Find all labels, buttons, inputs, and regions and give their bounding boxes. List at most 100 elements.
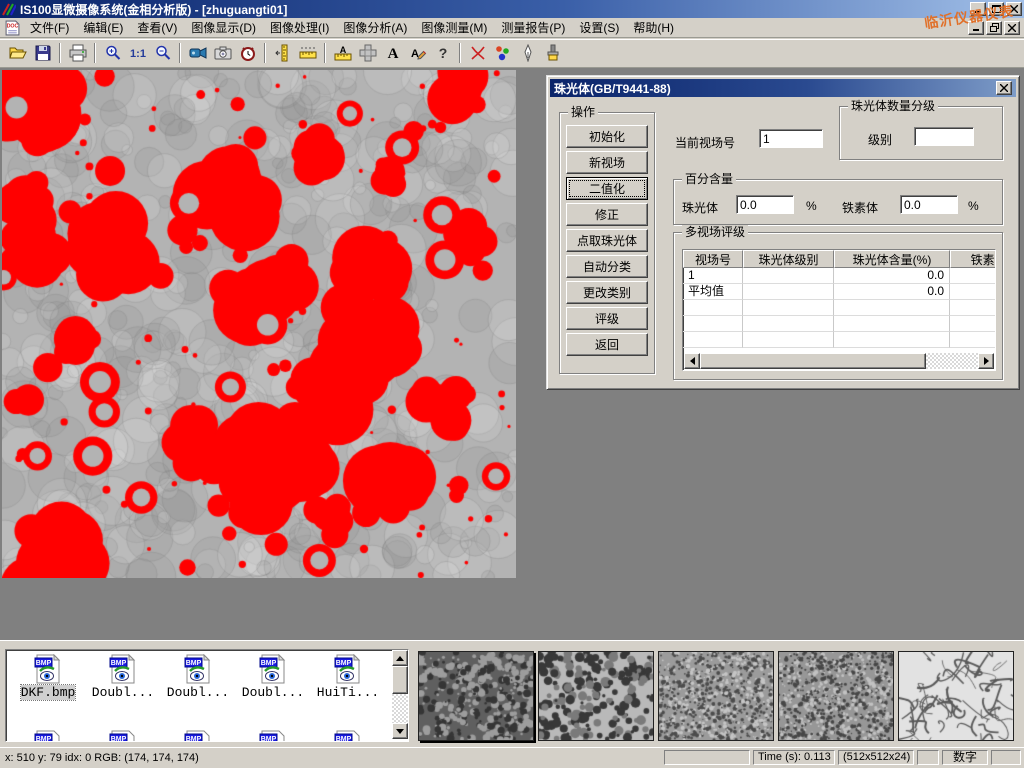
cell xyxy=(743,268,834,284)
current-field-input[interactable] xyxy=(759,129,823,148)
file-item[interactable]: BMP Doubl... xyxy=(162,654,234,700)
ferrite-percent-input[interactable] xyxy=(900,195,958,214)
menu-image-display[interactable]: 图像显示(D) xyxy=(184,19,263,37)
file-item[interactable]: BMP Doubl... xyxy=(237,654,309,700)
file-item-partial[interactable]: BMP xyxy=(12,730,84,742)
col-pearlite-pct[interactable]: 珠光体含量(%) xyxy=(834,250,950,268)
save-button[interactable] xyxy=(30,41,55,65)
change-class-button[interactable]: 更改类别 xyxy=(566,281,648,304)
brush-tool-button[interactable] xyxy=(540,41,565,65)
letter-a-pencil-icon: A xyxy=(409,44,427,62)
menu-help[interactable]: 帮助(H) xyxy=(626,19,681,37)
title-bar[interactable]: IS100显微摄像系统(金相分析版) - [zhuguangti01] xyxy=(0,0,1024,18)
svg-text:BMP: BMP xyxy=(261,736,277,742)
correct-button[interactable]: 修正 xyxy=(566,203,648,226)
dialog-close-button[interactable] xyxy=(996,81,1012,95)
video-capture-button[interactable] xyxy=(185,41,210,65)
ferrite-label: 铁素体 xyxy=(842,199,878,216)
hscroll-thumb[interactable] xyxy=(700,353,926,369)
toolbar: 1:1 A A A ? xyxy=(0,39,1024,68)
pick-pearlite-button[interactable]: 点取珠光体 xyxy=(566,229,648,252)
file-item-partial[interactable]: BMP xyxy=(312,730,384,742)
menu-image-measure[interactable]: 图像测量(M) xyxy=(414,19,494,37)
file-name[interactable]: DKF.bmp xyxy=(21,685,76,700)
new-field-button[interactable]: 新视场 xyxy=(566,151,648,174)
help-button[interactable]: ? xyxy=(430,41,455,65)
file-item[interactable]: BMP HuiTi... xyxy=(312,654,384,700)
col-field-no[interactable]: 视场号 xyxy=(683,250,743,268)
return-button[interactable]: 返回 xyxy=(566,333,648,356)
auto-classify-button[interactable]: 自动分类 xyxy=(566,255,648,278)
multi-field-group-label: 多视场评级 xyxy=(682,225,748,239)
child-close-button[interactable] xyxy=(1004,21,1020,35)
table-row xyxy=(683,316,996,332)
status-image-size: (512x512x24) xyxy=(838,750,914,765)
open-file-button[interactable] xyxy=(5,41,30,65)
thumbnail-5[interactable] xyxy=(898,651,1014,741)
zoom-in-button[interactable] xyxy=(100,41,125,65)
col-ferrite-pct[interactable]: 铁素体含量(%) xyxy=(950,250,996,268)
table-row xyxy=(683,300,996,316)
print-button[interactable] xyxy=(65,41,90,65)
edit-annotate-button[interactable]: A xyxy=(405,41,430,65)
text-annotate-button[interactable]: A xyxy=(380,41,405,65)
file-name[interactable]: Doubl... xyxy=(92,685,154,700)
menu-settings[interactable]: 设置(S) xyxy=(572,19,626,37)
menu-image-process[interactable]: 图像处理(I) xyxy=(263,19,336,37)
file-name[interactable]: Doubl... xyxy=(167,685,229,700)
file-item[interactable]: BMP DKF.bmp xyxy=(12,654,84,700)
actual-size-button[interactable]: 1:1 xyxy=(125,41,150,65)
file-item-partial[interactable]: BMP xyxy=(237,730,309,742)
scroll-right-button[interactable] xyxy=(978,353,994,369)
micrograph-view[interactable] xyxy=(2,70,516,578)
vscroll-thumb[interactable] xyxy=(392,666,408,694)
scroll-down-button[interactable] xyxy=(392,723,408,739)
status-time: Time (s): 0.113 xyxy=(753,750,835,765)
zoom-out-button[interactable] xyxy=(150,41,175,65)
grade-button[interactable]: 评级 xyxy=(566,307,648,330)
binarize-button[interactable]: 二值化 xyxy=(566,177,648,200)
pen-tool-button[interactable] xyxy=(515,41,540,65)
curve-split-button[interactable] xyxy=(465,41,490,65)
pearlite-percent-input[interactable] xyxy=(736,195,794,214)
menu-file[interactable]: 文件(F) xyxy=(23,19,76,37)
menu-measure-report[interactable]: 测量报告(P) xyxy=(494,19,572,37)
scroll-left-button[interactable] xyxy=(684,353,700,369)
phase-marker-button[interactable] xyxy=(490,41,515,65)
level-label: 级别 xyxy=(868,131,892,148)
file-item-partial[interactable]: BMP xyxy=(162,730,234,742)
dialog-title-bar[interactable]: 珠光体(GB/T9441-88) xyxy=(550,79,1016,97)
photo-capture-button[interactable] xyxy=(210,41,235,65)
col-pearlite-grade[interactable]: 珠光体级别 xyxy=(743,250,834,268)
init-button[interactable]: 初始化 xyxy=(566,125,648,148)
video-camera-icon xyxy=(189,44,207,62)
ruler-measure-button[interactable] xyxy=(295,41,320,65)
menu-view[interactable]: 查看(V) xyxy=(130,19,184,37)
status-panel-empty xyxy=(917,750,939,765)
file-list-vscrollbar[interactable] xyxy=(392,650,408,739)
thumbnail-3[interactable] xyxy=(658,651,774,741)
child-window-icon[interactable]: DOC xyxy=(5,20,20,36)
help-icon: ? xyxy=(434,44,452,62)
timer-button[interactable] xyxy=(235,41,260,65)
file-item[interactable]: BMP Doubl... xyxy=(87,654,159,700)
file-name[interactable]: Doubl... xyxy=(242,685,304,700)
file-name[interactable]: HuiTi... xyxy=(317,685,379,700)
scroll-up-button[interactable] xyxy=(392,650,408,666)
thumbnail-2[interactable] xyxy=(538,651,654,741)
thumbnail-1[interactable] xyxy=(418,651,534,741)
svg-text:A: A xyxy=(387,46,398,62)
menu-edit[interactable]: 编辑(E) xyxy=(76,19,130,37)
current-field-label: 当前视场号 xyxy=(675,134,735,151)
table-hscrollbar[interactable] xyxy=(684,353,994,369)
grid-merge-button[interactable] xyxy=(355,41,380,65)
menu-image-analysis[interactable]: 图像分析(A) xyxy=(336,19,414,37)
label-measure-button[interactable]: A xyxy=(330,41,355,65)
caliper-measure-button[interactable] xyxy=(270,41,295,65)
thumbnail-4[interactable] xyxy=(778,651,894,741)
table-row[interactable]: 平均值 0.0 xyxy=(683,284,996,300)
table-row[interactable]: 1 0.0 xyxy=(683,268,996,284)
percent-group-label: 百分含量 xyxy=(682,172,736,186)
file-item-partial[interactable]: BMP xyxy=(87,730,159,742)
level-input[interactable] xyxy=(914,127,974,146)
